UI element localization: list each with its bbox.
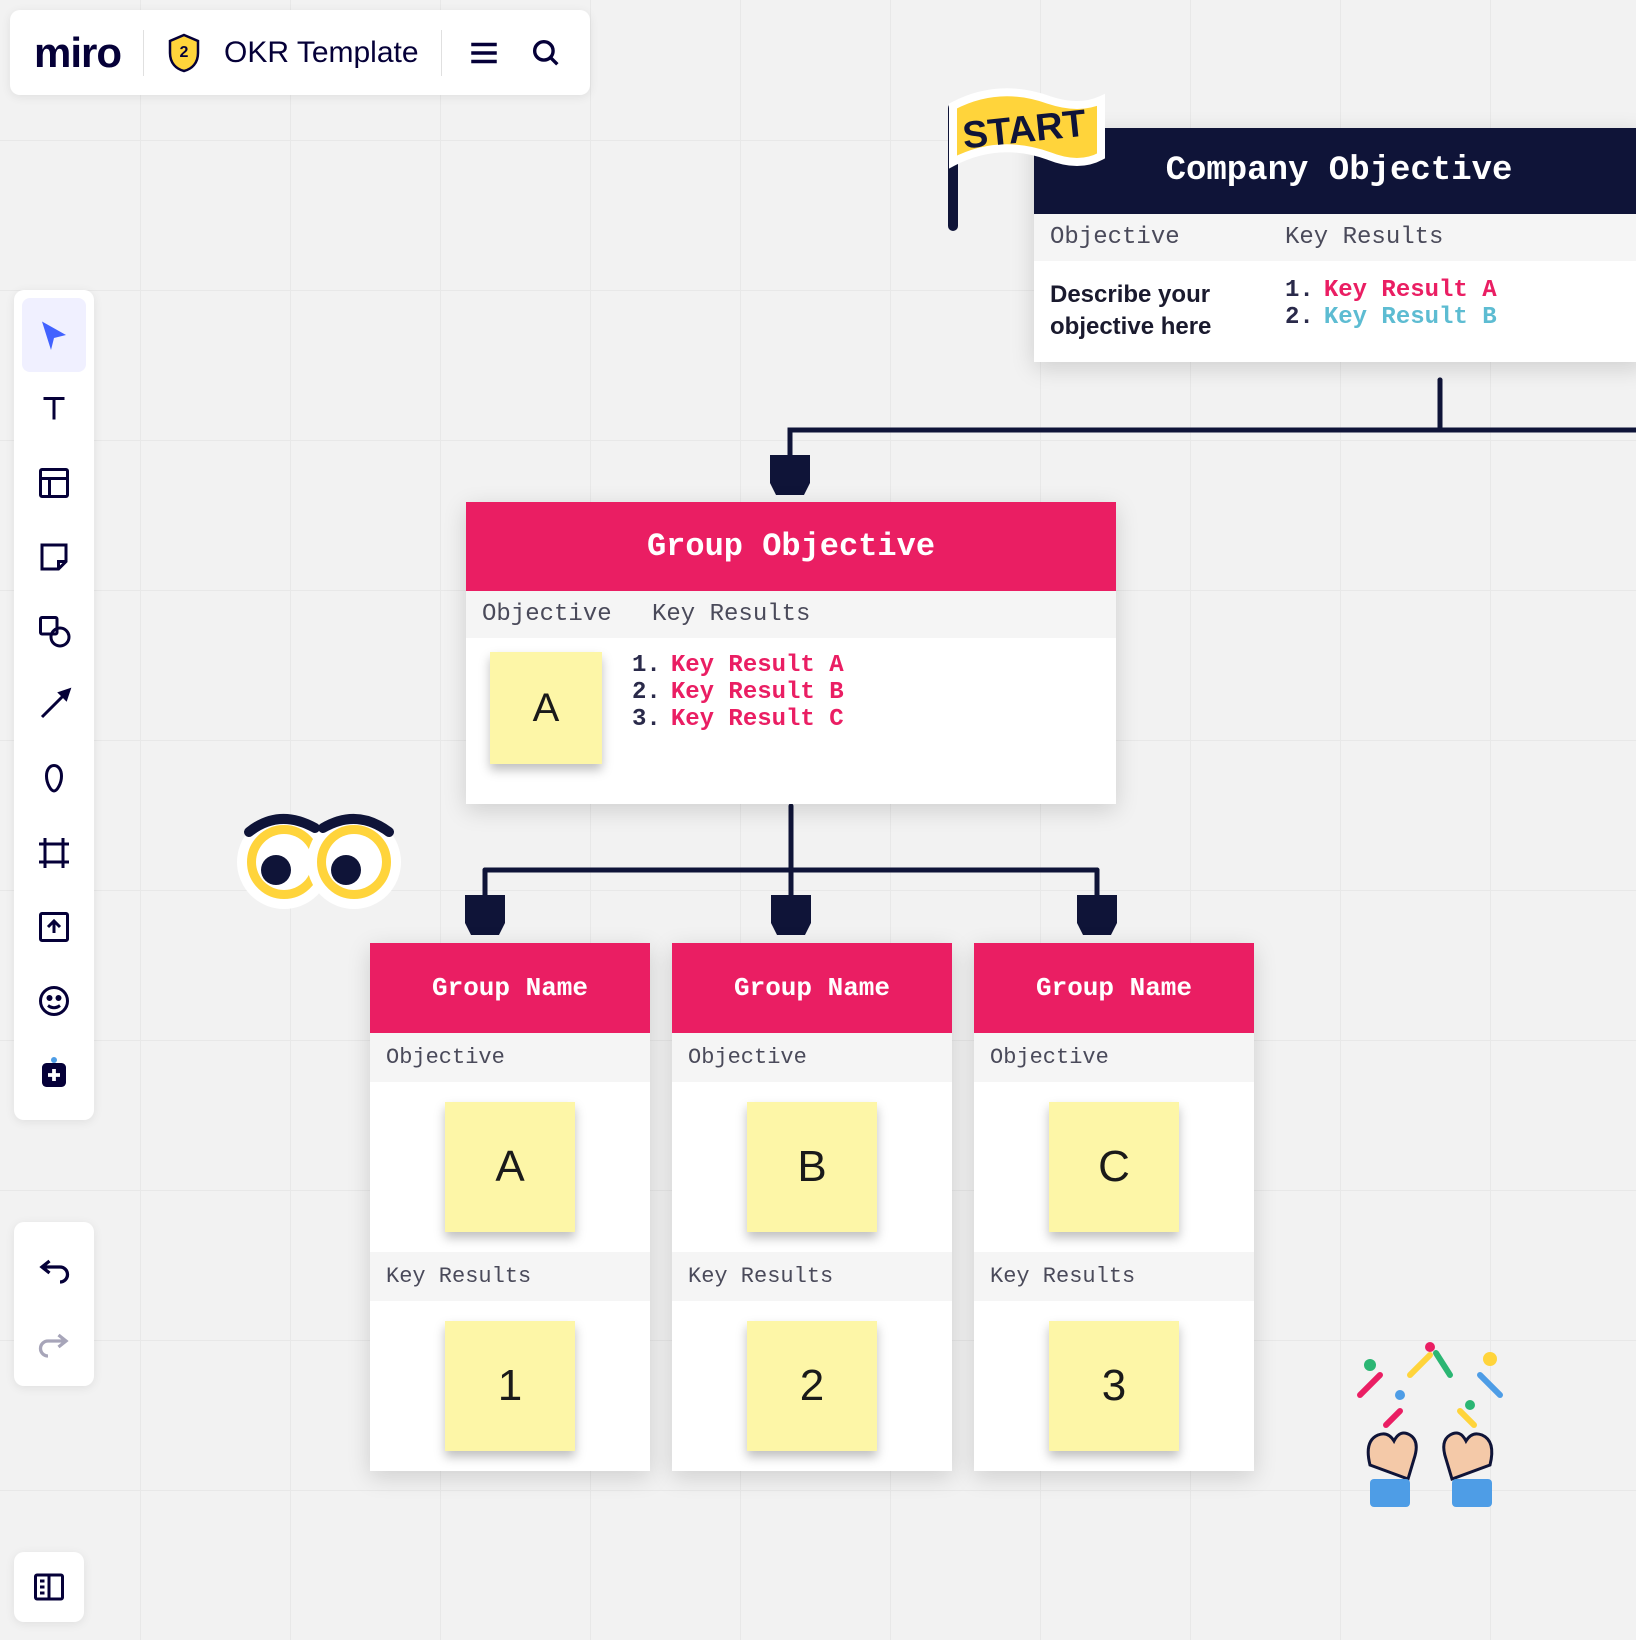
frames-panel-button[interactable] <box>14 1552 84 1622</box>
key-results-column-label: Key Results <box>636 591 1116 638</box>
key-results-label: Key Results <box>974 1252 1254 1301</box>
sticky-note[interactable]: 3 <box>1049 1321 1179 1451</box>
text-tool[interactable] <box>22 372 86 446</box>
group-title: Group Name <box>974 943 1254 1033</box>
comment-tool[interactable] <box>22 964 86 1038</box>
sticky-note-tool[interactable] <box>22 520 86 594</box>
key-results-label: Key Results <box>672 1252 952 1301</box>
svg-text:2: 2 <box>180 44 189 61</box>
key-results-column-label: Key Results <box>1269 214 1636 261</box>
sticky-note[interactable]: 2 <box>747 1321 877 1451</box>
celebrate-sticker[interactable] <box>1340 1335 1520 1515</box>
company-key-results[interactable]: 1.Key Result A 2.Key Result B <box>1269 261 1636 362</box>
company-objective-title: Company Objective <box>1034 128 1636 214</box>
main-toolbar <box>14 290 94 1120</box>
divider <box>441 30 442 76</box>
top-bar: miro 2 OKR Template <box>10 10 590 95</box>
group-key-results[interactable]: 1.Key Result A 2.Key Result B 3.Key Resu… <box>632 652 844 733</box>
objective-label: Objective <box>974 1033 1254 1082</box>
group-card-3[interactable]: Group Name Objective C Key Results 3 <box>974 943 1254 1471</box>
shape-tool[interactable] <box>22 594 86 668</box>
canvas[interactable]: Company Objective Objective Key Results … <box>0 0 1636 1640</box>
arrow-tool[interactable] <box>22 668 86 742</box>
company-objective-text[interactable]: Describe your objective here <box>1034 261 1269 362</box>
group-objective-title: Group Objective <box>466 502 1116 591</box>
group-card-2[interactable]: Group Name Objective B Key Results 2 <box>672 943 952 1471</box>
templates-tool[interactable] <box>22 446 86 520</box>
group-title: Group Name <box>672 943 952 1033</box>
sticky-note[interactable]: C <box>1049 1102 1179 1232</box>
history-toolbar <box>14 1222 94 1386</box>
objective-label: Objective <box>672 1033 952 1082</box>
board-title[interactable]: OKR Template <box>224 36 419 70</box>
undo-button[interactable] <box>22 1230 86 1304</box>
upload-tool[interactable] <box>22 890 86 964</box>
eyes-sticker[interactable] <box>229 804 409 914</box>
key-results-label: Key Results <box>370 1252 650 1301</box>
group-card-1[interactable]: Group Name Objective A Key Results 1 <box>370 943 650 1471</box>
sticky-note[interactable]: A <box>490 652 602 764</box>
search-icon[interactable] <box>526 33 566 73</box>
more-apps-tool[interactable] <box>22 1038 86 1112</box>
sticky-note[interactable]: 1 <box>445 1321 575 1451</box>
miro-logo[interactable]: miro <box>34 29 121 77</box>
company-objective-card[interactable]: Company Objective Objective Key Results … <box>1034 128 1636 362</box>
select-tool[interactable] <box>22 298 86 372</box>
objective-column-label: Objective <box>466 591 636 638</box>
menu-icon[interactable] <box>464 33 504 73</box>
redo-button[interactable] <box>22 1304 86 1378</box>
shield-badge-icon[interactable]: 2 <box>166 33 202 73</box>
sticky-note[interactable]: B <box>747 1102 877 1232</box>
sticky-note[interactable]: A <box>445 1102 575 1232</box>
frame-tool[interactable] <box>22 816 86 890</box>
group-title: Group Name <box>370 943 650 1033</box>
objective-label: Objective <box>370 1033 650 1082</box>
divider <box>143 30 144 76</box>
group-objective-card[interactable]: Group Objective Objective Key Results A … <box>466 502 1116 804</box>
pen-tool[interactable] <box>22 742 86 816</box>
start-flag-sticker[interactable]: START <box>929 86 1119 236</box>
